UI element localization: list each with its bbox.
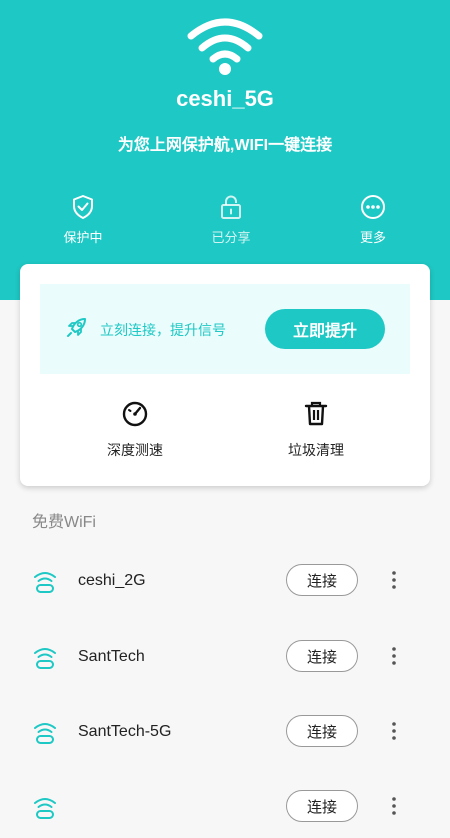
wifi-signal-icon bbox=[34, 723, 56, 744]
kebab-menu-icon[interactable] bbox=[386, 794, 402, 818]
wifi-list-item[interactable]: ceshi_2G 连接 bbox=[0, 556, 450, 612]
more-label: 更多 bbox=[359, 230, 386, 245]
kebab-menu-icon[interactable] bbox=[386, 644, 402, 668]
speedometer-icon bbox=[122, 401, 148, 427]
kebab-menu-icon[interactable] bbox=[386, 719, 402, 743]
speed-test-label: 深度测速 bbox=[107, 442, 163, 458]
shield-check-icon bbox=[73, 195, 93, 219]
junk-clean-label: 垃圾清理 bbox=[288, 442, 344, 458]
wifi-list-item[interactable]: SantTech-5G 连接 bbox=[0, 707, 450, 763]
more-icon bbox=[361, 195, 385, 219]
protection-label: 保护中 bbox=[63, 230, 103, 245]
wifi-icon bbox=[187, 18, 263, 75]
wifi-signal-icon bbox=[34, 572, 56, 593]
wifi-signal-icon bbox=[34, 648, 56, 669]
connect-button[interactable]: 连接 bbox=[286, 715, 358, 747]
share-label: 已分享 bbox=[211, 230, 251, 245]
wifi-name: SantTech-5G bbox=[78, 723, 172, 740]
share-status[interactable]: 已分享 bbox=[186, 193, 276, 246]
connect-button[interactable]: 连接 bbox=[286, 564, 358, 596]
trash-icon bbox=[304, 401, 328, 426]
rocket-icon bbox=[67, 318, 86, 337]
kebab-menu-icon[interactable] bbox=[386, 568, 402, 592]
wifi-list-item[interactable]: SantTech 连接 bbox=[0, 632, 450, 688]
lock-icon bbox=[221, 195, 241, 219]
boost-banner: 立刻连接，提升信号 立即提升 bbox=[40, 284, 410, 374]
boost-tip: 立刻连接，提升信号 bbox=[100, 322, 226, 338]
current-ssid: ceshi_5G bbox=[176, 86, 274, 111]
header: ceshi_5G 为您上网保护航,WIFI一键连接 保护中 已分享 更多 bbox=[0, 0, 450, 300]
more-button[interactable]: 更多 bbox=[328, 193, 418, 246]
junk-clean-button[interactable]: 垃圾清理 bbox=[256, 398, 376, 460]
slogan: 为您上网保护航,WIFI一键连接 bbox=[117, 137, 333, 154]
speed-test-button[interactable]: 深度测速 bbox=[75, 398, 195, 460]
boost-button[interactable]: 立即提升 bbox=[265, 309, 385, 349]
connect-button[interactable]: 连接 bbox=[286, 640, 358, 672]
wifi-list-item[interactable]: 连接 bbox=[0, 782, 450, 838]
feature-card: 立刻连接，提升信号 立即提升 深度测速 垃圾清理 bbox=[20, 264, 430, 486]
protection-status[interactable]: 保护中 bbox=[38, 193, 128, 246]
free-wifi-title: 免费WiFi bbox=[32, 514, 96, 531]
wifi-name: SantTech bbox=[78, 648, 145, 665]
wifi-name: ceshi_2G bbox=[78, 572, 146, 589]
connect-button[interactable]: 连接 bbox=[286, 790, 358, 822]
